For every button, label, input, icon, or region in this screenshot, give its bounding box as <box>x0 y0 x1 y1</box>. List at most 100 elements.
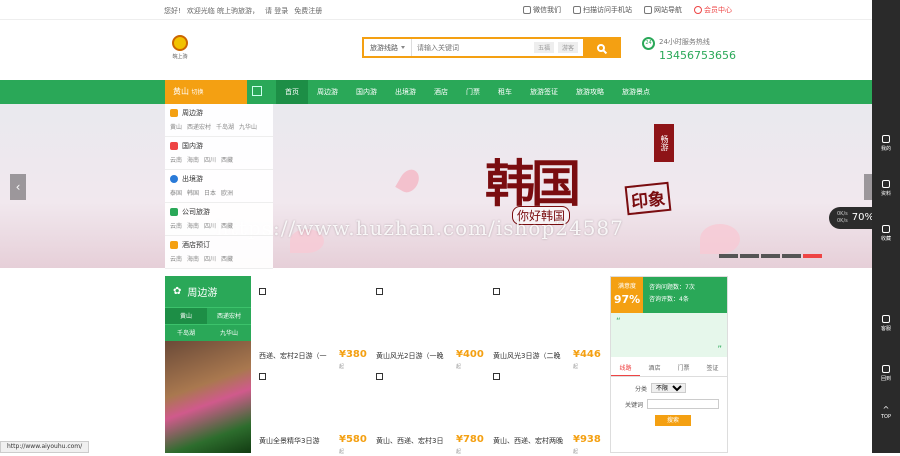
globe-icon <box>170 175 178 183</box>
satisfaction-box: 满意度 97% <box>611 277 643 313</box>
greeting: 您好! <box>164 7 181 15</box>
profile-icon <box>882 180 890 188</box>
section-tab-active[interactable]: 黄山 <box>165 307 207 324</box>
toolbar-favorites[interactable]: 收藏 <box>872 225 900 242</box>
top-links: 微信我们 扫描访问手机站 网站导航 会员中心 <box>523 5 732 15</box>
wechat-link[interactable]: 微信我们 <box>523 5 561 15</box>
product-card[interactable]: 黄山、西递、宏村3日 ¥780起 <box>376 373 486 455</box>
hot-tag[interactable]: 游客 <box>557 42 578 53</box>
product-name[interactable]: 黄山风光3日游（二晚 <box>493 351 569 361</box>
type-select[interactable]: 不限 <box>651 383 686 393</box>
product-name[interactable]: 黄山、西递、宏村3日 <box>376 436 452 446</box>
product-name[interactable]: 西递、宏村2日游（一 <box>259 351 335 361</box>
mountain-icon <box>170 208 178 216</box>
hero-banner[interactable]: 韩国 畅游 印象 你好韩国 https://www.huzhan.com/ish… <box>0 104 872 268</box>
chevron-up-icon: ^ <box>882 405 890 414</box>
banner-dot[interactable] <box>740 254 759 258</box>
search-button[interactable] <box>583 39 619 56</box>
wechat-icon <box>523 6 531 14</box>
product-card[interactable]: 黄山、西递、宏村两晚 ¥938起 <box>493 373 603 455</box>
watermark: https://www.huzhan.com/ishop24587 <box>216 216 624 240</box>
site-logo[interactable]: 皖上驹 <box>166 35 194 63</box>
return-icon <box>882 365 890 373</box>
phone-24h-icon: 24 <box>642 37 655 50</box>
network-speed-widget: 0K/s 0K/s 70% <box>829 207 872 229</box>
edit-icon[interactable] <box>252 86 262 96</box>
quick-search-button[interactable]: 搜索 <box>655 415 691 426</box>
nav-item[interactable]: 旅游签证 <box>521 80 567 104</box>
logo-icon <box>172 35 188 51</box>
login-link[interactable]: 请 登录 <box>265 7 288 15</box>
prev-arrow[interactable]: ‹ <box>10 174 26 200</box>
headset-icon <box>882 315 890 323</box>
section-tab[interactable]: 九华山 <box>207 324 251 341</box>
product-name[interactable]: 黄山全景精华3日游 <box>259 436 335 446</box>
welcome: 欢迎光临 皖上驹旅游， <box>186 7 260 15</box>
hotel-icon <box>170 241 178 249</box>
banner-dots <box>719 254 822 258</box>
product-name[interactable]: 黄山风光2日游（一晚 <box>376 351 452 361</box>
nav-item[interactable]: 周边游 <box>308 80 347 104</box>
tab-visa[interactable]: 签证 <box>698 361 727 376</box>
keyword-input[interactable] <box>647 399 719 409</box>
search-bar: 旅游线路 五福 游客 <box>362 37 621 58</box>
category-item[interactable]: 周边游 黄山 西递宏村 千岛湖 九华山 <box>165 104 273 137</box>
welcome-text: 您好! 欢迎光临 皖上驹旅游， 请 登录 免费注册 <box>164 6 328 16</box>
banner-dot[interactable] <box>761 254 780 258</box>
nav-item[interactable]: 国内游 <box>347 80 386 104</box>
sun-icon <box>170 109 178 117</box>
product-name[interactable]: 黄山、西递、宏村两晚 <box>493 436 569 446</box>
hot-tags: 五福 游客 <box>533 39 583 56</box>
main-nav: 黄山 切换 首页 周边游 国内游 出境游 酒店 门票 租车 旅游签证 旅游攻略 … <box>0 80 872 104</box>
mobile-link[interactable]: 扫描访问手机站 <box>573 5 632 15</box>
back-to-top[interactable]: ^ TOP <box>872 405 900 420</box>
hotline-number: 13456753656 <box>659 49 736 62</box>
map-icon <box>170 142 178 150</box>
sitemap-icon <box>644 6 652 14</box>
nav-item[interactable]: 租车 <box>489 80 521 104</box>
search-input[interactable] <box>412 39 534 56</box>
toolbar-back[interactable]: 回到 <box>872 365 900 382</box>
tab-hotel[interactable]: 酒店 <box>640 361 669 376</box>
search-category-select[interactable]: 旅游线路 <box>364 39 412 56</box>
section-tab[interactable]: 千岛湖 <box>165 324 207 341</box>
product-card[interactable]: 黄山风光2日游（一晚 ¥400起 <box>376 288 486 370</box>
product-card[interactable]: 西递、宏村2日游（一 ¥380起 <box>259 288 369 370</box>
nav-home[interactable]: 首页 <box>276 80 308 104</box>
nav-item[interactable]: 旅游攻略 <box>567 80 613 104</box>
section-tab[interactable]: 西递宏村 <box>207 307 251 324</box>
next-arrow[interactable] <box>864 174 872 200</box>
banner-dot-active[interactable] <box>803 254 822 258</box>
toolbar-profile[interactable]: 资料 <box>872 180 900 197</box>
palm-tree-icon: ✿ <box>173 286 182 297</box>
search-tabs: 线路 酒店 门票 签证 <box>611 361 727 377</box>
banner-dot[interactable] <box>719 254 738 258</box>
nav-item[interactable]: 出境游 <box>386 80 425 104</box>
product-card[interactable]: 黄山全景精华3日游 ¥580起 <box>259 373 369 455</box>
nav-item[interactable]: 酒店 <box>425 80 457 104</box>
banner-tag: 畅游 <box>654 124 674 162</box>
category-item[interactable]: 酒店预订 云南 海南 四川 西藏 <box>165 236 273 269</box>
section-photo[interactable] <box>165 341 251 453</box>
category-item[interactable]: 公司旅游 云南 海南 四川 西藏 <box>165 203 273 236</box>
toolbar-service[interactable]: 客服 <box>872 315 900 332</box>
member-center-link[interactable]: 会员中心 <box>694 5 732 15</box>
city-switcher[interactable]: 黄山 切换 <box>165 80 247 104</box>
nav-item[interactable]: 旅游景点 <box>613 80 659 104</box>
product-card[interactable]: 黄山风光3日游（二晚 ¥446起 <box>493 288 603 370</box>
tab-route[interactable]: 线路 <box>611 361 640 376</box>
register-link[interactable]: 免费注册 <box>294 7 322 15</box>
category-item[interactable]: 出境游 泰国 韩国 日本 欧洲 <box>165 170 273 203</box>
quick-search-form: 分类 不限 关键词 搜索 <box>611 377 727 432</box>
right-toolbar: 我的 资料 收藏 客服 回到 ^ TOP <box>872 0 900 453</box>
banner-dot[interactable] <box>782 254 801 258</box>
product-price: ¥400起 <box>456 349 484 370</box>
hot-tag[interactable]: 五福 <box>533 42 554 53</box>
tab-ticket[interactable]: 门票 <box>669 361 698 376</box>
broken-image-icon <box>493 373 500 380</box>
toolbar-my[interactable]: 我的 <box>872 135 900 152</box>
product-price: ¥380起 <box>339 349 367 370</box>
category-item[interactable]: 国内游 云南 海南 四川 西藏 <box>165 137 273 170</box>
nav-item[interactable]: 门票 <box>457 80 489 104</box>
sitemap-link[interactable]: 网站导航 <box>644 5 682 15</box>
